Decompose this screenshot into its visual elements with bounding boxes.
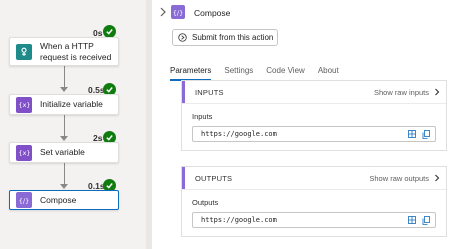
inputs-header: INPUTS Show raw inputs: [182, 81, 446, 103]
svg-text:{x}: {x}: [19, 101, 30, 109]
chevron-right-icon: [435, 88, 440, 96]
show-raw-inputs-link[interactable]: Show raw inputs: [374, 88, 441, 97]
variable-icon: {x}: [16, 144, 32, 161]
inputs-field-label: Inputs: [192, 112, 213, 121]
grid-view-icon[interactable]: [408, 130, 416, 138]
flow-step-initialize-variable[interactable]: {x} Initialize variable: [9, 94, 119, 115]
show-raw-outputs-link[interactable]: Show raw outputs: [369, 174, 441, 183]
outputs-value: https://google.com: [201, 216, 277, 224]
outputs-heading: OUTPUTS: [195, 173, 233, 183]
copy-icon[interactable]: [422, 129, 430, 139]
compose-icon: {/}: [16, 192, 32, 208]
outputs-header: OUTPUTS Show raw outputs: [182, 167, 446, 189]
variable-icon: {x}: [16, 96, 32, 113]
details-tabs: Parameters Settings Code View About: [170, 66, 352, 81]
svg-text:{/}: {/}: [173, 9, 183, 17]
connector-arrow: [60, 136, 68, 141]
collapse-panel-button[interactable]: [158, 6, 168, 18]
submit-button-label: Submit from this action: [192, 33, 274, 42]
panel-title: Compose: [194, 8, 231, 18]
inputs-value: https://google.com: [201, 130, 277, 138]
chevron-right-icon: [160, 7, 166, 17]
http-trigger-icon: [16, 43, 32, 60]
flow-step-compose[interactable]: {/} Compose: [9, 190, 119, 210]
tab-settings[interactable]: Settings: [224, 66, 253, 81]
connector-line: [64, 163, 65, 185]
outputs-field-label: Outputs: [192, 198, 219, 207]
show-raw-outputs-label: Show raw outputs: [369, 173, 429, 183]
flow-canvas: 0s When a HTTP request is received 0.5s …: [0, 0, 146, 249]
tab-about[interactable]: About: [318, 66, 339, 81]
flow-step-set-variable[interactable]: {x} Set variable: [9, 142, 119, 163]
outputs-section: OUTPUTS Show raw outputs Outputs https:/…: [181, 166, 447, 237]
flow-step-label: Set variable: [40, 147, 85, 157]
inputs-heading: INPUTS: [195, 87, 224, 97]
svg-text:{x}: {x}: [19, 149, 30, 157]
outputs-body: Outputs https://google.com: [182, 189, 446, 236]
connector-arrow: [60, 184, 68, 189]
tab-code-view[interactable]: Code View: [266, 66, 305, 81]
inputs-body: Inputs https://google.com: [182, 103, 446, 150]
flow-step-http-trigger[interactable]: When a HTTP request is received: [9, 37, 119, 66]
compose-icon: {/}: [171, 5, 185, 19]
copy-icon[interactable]: [422, 215, 430, 225]
submit-from-action-button[interactable]: Submit from this action: [172, 29, 278, 46]
grid-view-icon[interactable]: [408, 216, 416, 224]
svg-text:{/}: {/}: [19, 197, 29, 205]
tab-parameters[interactable]: Parameters: [170, 66, 212, 81]
inputs-section: INPUTS Show raw inputs Inputs https://go…: [181, 80, 447, 151]
submit-icon: [178, 33, 187, 42]
flow-step-label: When a HTTP request is received: [40, 40, 112, 62]
connector-line: [64, 115, 65, 137]
connector-arrow: [60, 87, 68, 92]
outputs-value-box: https://google.com: [192, 212, 436, 228]
flow-step-label: Initialize variable: [40, 99, 103, 109]
connector-line: [64, 66, 65, 88]
flow-step-label: Compose: [40, 194, 77, 205]
chevron-right-icon: [435, 174, 440, 182]
action-details-panel: {/} Compose Submit from this action Para…: [152, 0, 474, 249]
inputs-value-box: https://google.com: [192, 126, 436, 142]
show-raw-inputs-label: Show raw inputs: [373, 87, 429, 97]
